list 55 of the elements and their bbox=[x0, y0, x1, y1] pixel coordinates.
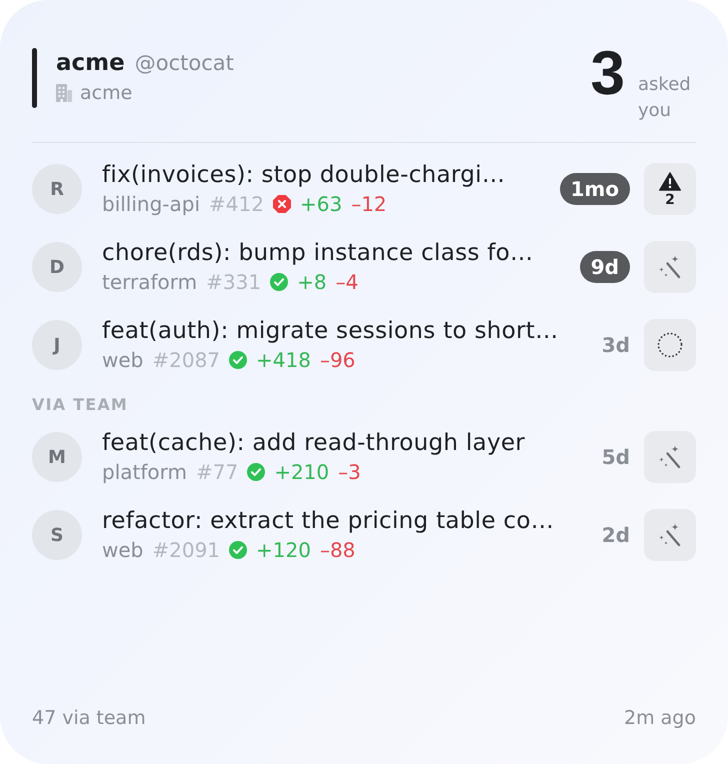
repo-name: platform bbox=[102, 459, 187, 485]
magic-wand-button[interactable] bbox=[644, 509, 696, 561]
pull-request-number: #2087 bbox=[152, 347, 220, 373]
section-heading: VIA TEAM bbox=[32, 395, 128, 415]
avatar: J bbox=[32, 320, 82, 370]
avatar: M bbox=[32, 432, 82, 482]
pull-request-title[interactable]: chore(rds): bump instance class fo… bbox=[102, 239, 570, 267]
deletions-count: –96 bbox=[320, 347, 356, 373]
request-count: 3 bbox=[590, 46, 625, 102]
pull-request-number: #2091 bbox=[152, 537, 220, 563]
deletions-count: –12 bbox=[351, 191, 387, 217]
warning-icon bbox=[659, 172, 681, 190]
pending-button[interactable] bbox=[644, 319, 696, 371]
magic-wand-icon bbox=[658, 523, 682, 547]
age-label: 5d bbox=[602, 444, 630, 471]
age-badge: 1mo bbox=[560, 173, 630, 205]
avatar: D bbox=[32, 242, 82, 292]
repo-name: billing-api bbox=[102, 191, 200, 217]
repo-name: terraform bbox=[102, 269, 198, 295]
accent-bar bbox=[32, 48, 37, 108]
additions-count: +120 bbox=[256, 537, 311, 563]
count-label: asked you bbox=[638, 73, 692, 123]
magic-wand-button[interactable] bbox=[644, 241, 696, 293]
age-label: 2d bbox=[602, 522, 630, 549]
repo-name: web bbox=[102, 537, 144, 563]
updated-time: 2m ago bbox=[624, 706, 696, 730]
account-name: acme bbox=[56, 49, 125, 78]
deletions-count: –3 bbox=[338, 459, 361, 485]
pull-request-title[interactable]: feat(cache): add read-through layer bbox=[102, 429, 592, 457]
pull-request-number: #412 bbox=[209, 191, 264, 217]
additions-count: +418 bbox=[256, 347, 311, 373]
pull-request-title[interactable]: fix(invoices): stop double-chargi… bbox=[102, 161, 550, 189]
deletions-count: –4 bbox=[336, 269, 358, 295]
avatar: R bbox=[32, 164, 82, 214]
age-badge: 9d bbox=[580, 251, 630, 283]
user-handle: @octocat bbox=[134, 50, 234, 77]
dotted-circle-icon bbox=[657, 332, 683, 358]
pull-request-title[interactable]: feat(auth): migrate sessions to short… bbox=[102, 317, 592, 345]
additions-count: +63 bbox=[300, 191, 342, 217]
magic-wand-button[interactable] bbox=[644, 431, 696, 483]
pull-request-number: #77 bbox=[196, 459, 238, 485]
additions-count: +210 bbox=[274, 459, 330, 485]
warning-button[interactable]: 2 bbox=[644, 163, 696, 215]
pull-request-number: #331 bbox=[206, 269, 262, 295]
avatar: S bbox=[32, 510, 82, 560]
additions-count: +8 bbox=[297, 269, 327, 295]
magic-wand-icon bbox=[658, 445, 682, 469]
pull-request-title[interactable]: refactor: extract the pricing table co… bbox=[102, 507, 592, 535]
building-icon bbox=[56, 84, 72, 102]
repo-name: web bbox=[102, 347, 144, 373]
organization-name: acme bbox=[80, 81, 132, 105]
age-label: 3d bbox=[602, 332, 630, 359]
deletions-count: –88 bbox=[320, 537, 356, 563]
team-total: 47 via team bbox=[32, 706, 146, 730]
magic-wand-icon bbox=[658, 255, 682, 279]
